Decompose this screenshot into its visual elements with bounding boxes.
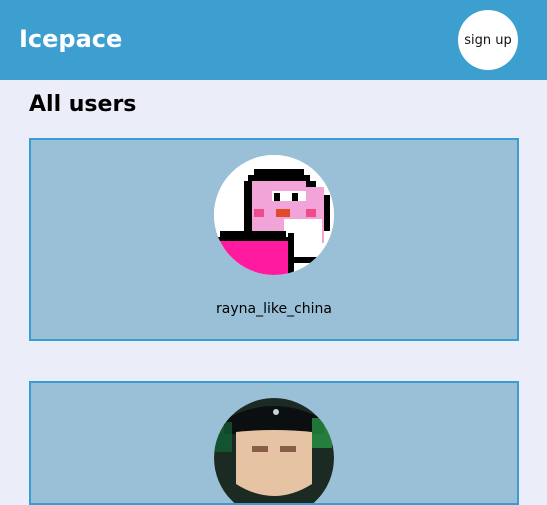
top-bar: Icepace sign up: [0, 0, 547, 80]
sign-up-button[interactable]: sign up: [458, 10, 518, 70]
user-card[interactable]: rayna_like_china: [29, 138, 519, 341]
user-card[interactable]: [29, 381, 519, 505]
user-avatar[interactable]: [214, 155, 334, 275]
user-avatar[interactable]: [214, 398, 334, 503]
username[interactable]: rayna_like_china: [31, 301, 517, 317]
pixel-penguin-icon: [214, 155, 334, 275]
brand-logo[interactable]: Icepace: [19, 22, 122, 56]
person-photo-icon: [214, 398, 334, 503]
page-title: All users: [29, 92, 137, 117]
